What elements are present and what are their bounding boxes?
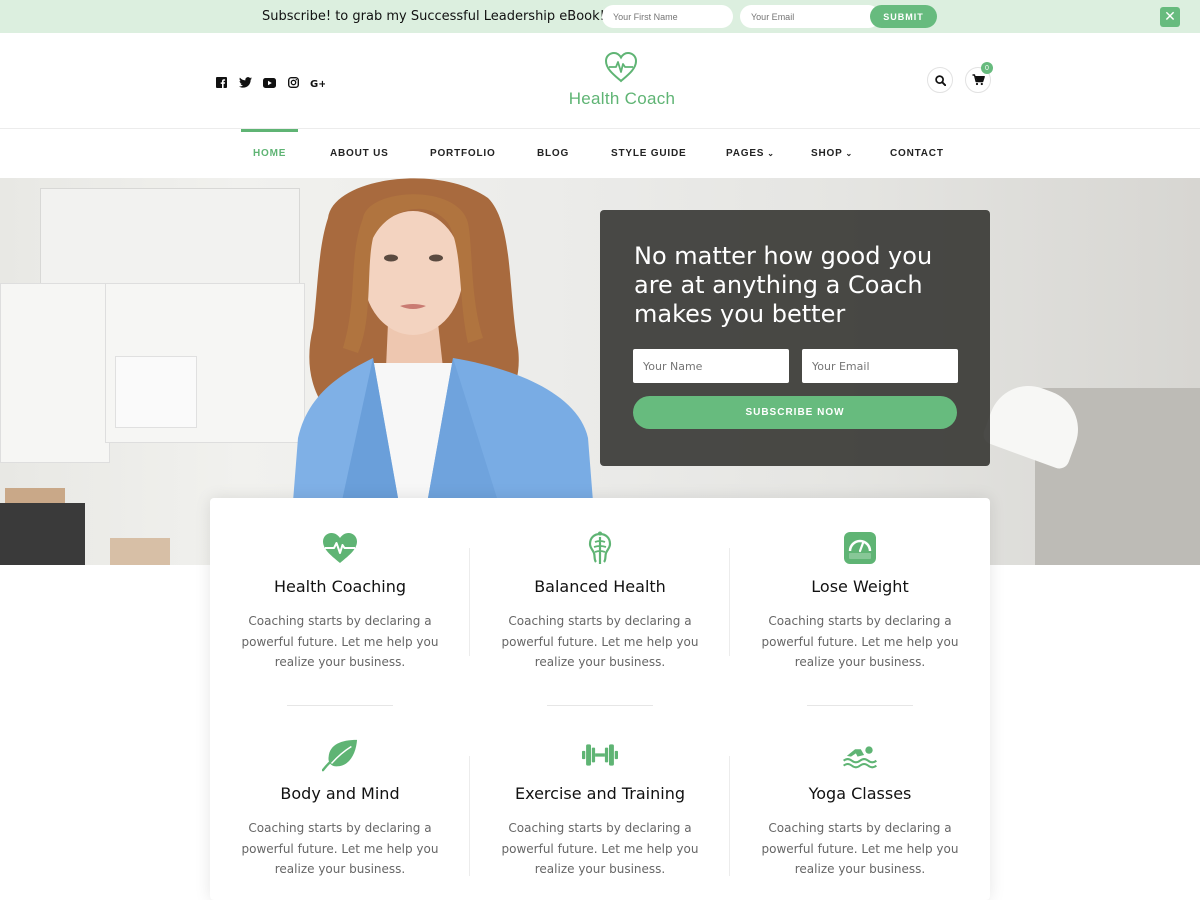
nav-active-indicator (241, 129, 298, 132)
topbar-email-input[interactable] (740, 5, 880, 28)
feature-title: Balanced Health (534, 577, 666, 596)
site-logo-text[interactable]: Health Coach (0, 89, 1200, 109)
feature-description: Coaching starts by declaring a powerful … (761, 821, 959, 876)
feature-description: Coaching starts by declaring a powerful … (241, 614, 439, 669)
divider (469, 548, 470, 656)
facebook-icon[interactable] (214, 75, 229, 90)
divider (807, 705, 913, 706)
subscribe-now-button[interactable]: SUBSCRIBE NOW (633, 396, 957, 429)
close-icon: ✕ (1164, 9, 1176, 25)
balance-icon (582, 530, 618, 566)
swimmer-icon (842, 737, 878, 773)
main-nav: HOME ABOUT US PORTFOLIO BLOG STYLE GUIDE… (0, 129, 1200, 178)
twitter-icon[interactable] (238, 75, 253, 90)
feature-title: Health Coaching (273, 577, 407, 596)
hero-name-input[interactable] (633, 349, 789, 383)
feature-description: Coaching starts by declaring a powerful … (241, 821, 439, 876)
hero-subscribe-card: No matter how good you are at anything a… (600, 210, 990, 466)
divider (547, 705, 653, 706)
leaf-icon (322, 737, 358, 773)
youtube-icon[interactable] (262, 75, 277, 90)
divider (287, 705, 393, 706)
feature-title: Exercise and Training (515, 784, 685, 803)
heart-pulse-icon (322, 530, 358, 566)
topbar-text: Subscribe! to grab my Successful Leaders… (262, 9, 605, 24)
nav-item-shop[interactable]: SHOP ⌄ (811, 148, 853, 159)
search-button[interactable] (927, 67, 953, 93)
submit-button[interactable]: SUBMIT (870, 5, 937, 28)
hero-bg-whiteboard (40, 188, 300, 288)
nav-item-pages-label: PAGES (726, 148, 765, 159)
features-panel: Health Coaching Coaching starts by decla… (210, 498, 990, 900)
hero-title: No matter how good you are at anything a… (634, 242, 933, 328)
first-name-input[interactable] (602, 5, 733, 28)
hero-email-input[interactable] (802, 349, 958, 383)
feature-description: Coaching starts by declaring a powerful … (501, 821, 699, 876)
heart-pulse-logo-icon[interactable] (604, 51, 638, 83)
hero-bg-cabinet (0, 503, 85, 565)
divider (469, 756, 470, 876)
subscribe-topbar: Subscribe! to grab my Successful Leaders… (0, 0, 1200, 33)
feature-title: Lose Weight (811, 577, 909, 596)
divider (729, 548, 730, 656)
nav-item-shop-label: SHOP (811, 148, 843, 159)
svg-text:G+: G+ (310, 79, 325, 88)
dumbbell-icon (582, 737, 618, 773)
nav-item-home[interactable]: HOME (253, 148, 286, 159)
divider (729, 756, 730, 876)
close-topbar-button[interactable]: ✕ (1160, 7, 1180, 27)
feature-title: Yoga Classes (808, 784, 912, 803)
cart-count-badge: 0 (981, 62, 993, 74)
nav-item-about-us[interactable]: ABOUT US (330, 148, 389, 159)
nav-item-pages[interactable]: PAGES ⌄ (726, 148, 775, 159)
nav-item-blog[interactable]: BLOG (537, 148, 569, 159)
feature-description: Coaching starts by declaring a powerful … (761, 614, 959, 669)
nav-item-style-guide[interactable]: STYLE GUIDE (611, 148, 686, 159)
nav-item-portfolio[interactable]: PORTFOLIO (430, 148, 496, 159)
nav-item-contact[interactable]: CONTACT (890, 148, 944, 159)
feature-description: Coaching starts by declaring a powerful … (501, 614, 699, 669)
feature-title: Body and Mind (280, 784, 400, 803)
google-plus-icon[interactable]: G+ (310, 75, 325, 90)
search-icon (934, 74, 946, 86)
cart-icon (972, 74, 985, 86)
instagram-icon[interactable] (286, 75, 301, 90)
chevron-down-icon: ⌄ (767, 149, 775, 158)
scale-icon (842, 530, 878, 566)
hero-bg-box (115, 356, 197, 428)
social-links: G+ (214, 75, 325, 90)
hero-bg-box (110, 538, 170, 565)
site-header: G+ Health Coach 0 (0, 33, 1200, 129)
chevron-down-icon: ⌄ (845, 149, 854, 158)
hero-bg-shelf (0, 283, 110, 463)
